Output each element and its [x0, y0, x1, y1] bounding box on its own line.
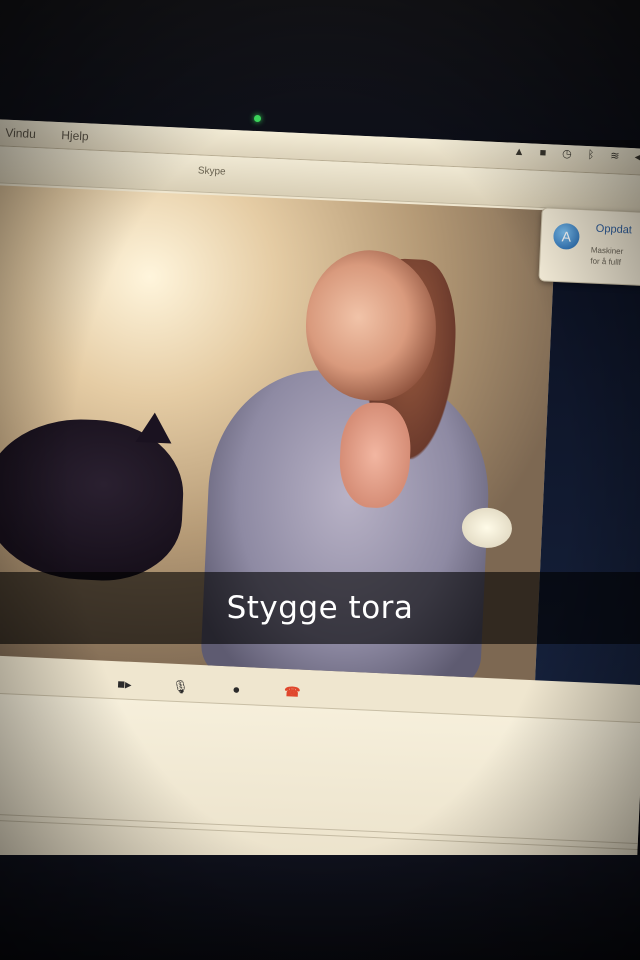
chat-divider — [0, 817, 638, 851]
video-camera-icon[interactable]: ■▸ — [114, 676, 135, 692]
add-icon[interactable]: ● — [226, 682, 247, 697]
chat-divider — [0, 811, 638, 845]
snap-caption: Stygge tora — [226, 590, 414, 626]
notification-icon[interactable]: ▲ — [513, 146, 526, 159]
update-notification[interactable]: A Oppdat Maskiner for å fullf — [538, 207, 640, 287]
notification-body: Maskiner for å fullf — [590, 245, 640, 270]
menu-item-hjelp[interactable]: Hjelp — [61, 128, 89, 143]
clock-icon[interactable]: ◷ — [561, 148, 574, 161]
volume-icon[interactable]: ◀ — [633, 151, 640, 164]
app-store-icon: A — [552, 222, 581, 250]
microphone-icon[interactable]: 🎙 — [170, 679, 191, 695]
camera-led-icon — [254, 115, 261, 122]
call-controls: ■▸ 🎙 ● ☎ — [114, 676, 303, 700]
hang-up-icon[interactable]: ☎ — [282, 684, 303, 700]
window-title: Skype — [197, 165, 226, 178]
bluetooth-icon[interactable]: ᛒ — [585, 149, 598, 162]
laptop-bezel-top — [0, 0, 640, 140]
wifi-icon[interactable]: ≋ — [609, 150, 622, 163]
notification-body-line: for å fullf — [590, 256, 622, 267]
notification-title: Oppdat — [595, 222, 633, 237]
cat-ear — [135, 411, 173, 444]
skype-icon[interactable]: ■ — [537, 147, 550, 160]
menu-item-vindu[interactable]: Vindu — [5, 126, 36, 141]
laptop-bezel-bottom — [0, 855, 640, 960]
snap-caption-bar: Stygge tora — [0, 572, 640, 644]
